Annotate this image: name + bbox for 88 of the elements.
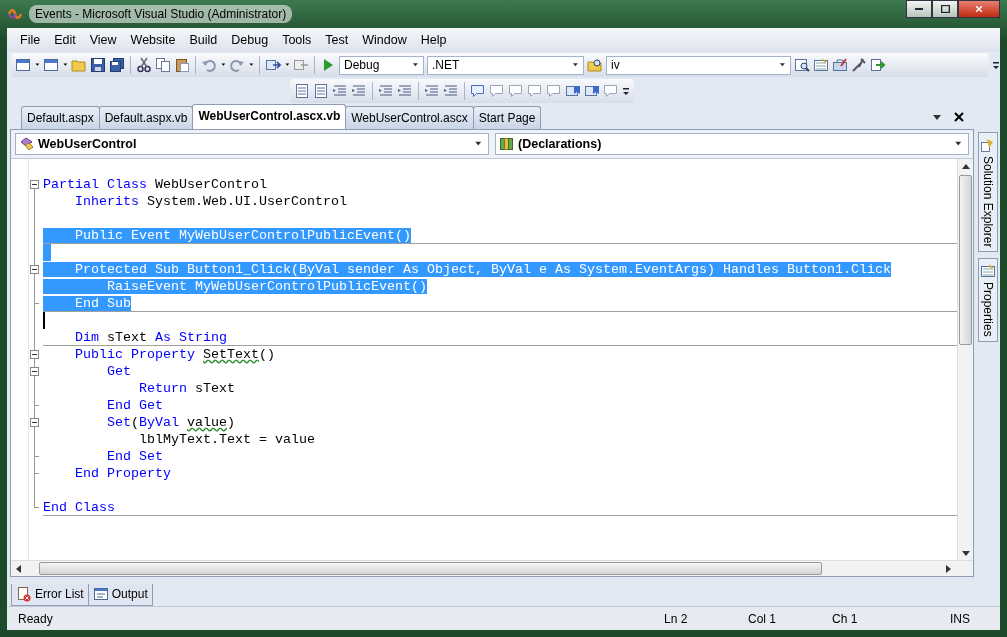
class-dropdown[interactable]: WebUserControl [15,133,489,155]
exit-icon[interactable] [870,57,886,73]
close-button[interactable] [958,0,1000,18]
minimize-icon [915,8,923,10]
code-line: Public Property SetText() [74,347,275,362]
properties-icon[interactable] [813,57,829,73]
char-indicator: Ch 1 [832,610,859,628]
close-icon [974,4,984,14]
maximize-icon [940,5,950,13]
find-icon[interactable] [794,57,810,73]
error-list-icon [16,586,32,602]
collapse-icon[interactable] [30,350,39,359]
window-icon[interactable] [43,57,59,73]
platform-dropdown[interactable]: .NET [427,55,584,75]
comment-icon[interactable] [489,83,505,99]
code-line: lblMyText.Text = value [137,432,315,447]
window-title: Events - Microsoft Visual Studio (Administrator) [29,5,293,23]
class-icon [19,136,35,152]
comment-icon[interactable] [527,83,543,99]
collapse-icon[interactable] [30,367,39,376]
side-tab[interactable]: Solution Explorer [978,132,998,253]
code-line: Dim sText As String [74,330,227,345]
code-line: End Class [43,500,115,515]
solution-icon [980,137,996,153]
document-tab[interactable]: WebUserControl.ascx [345,106,474,129]
toolbox-icon[interactable] [832,57,848,73]
menu-item[interactable]: Website [123,28,183,52]
copy-icon[interactable] [155,57,171,73]
menu-item[interactable]: Edit [47,28,83,52]
configuration-dropdown[interactable]: Debug [339,55,424,75]
properties-icon [980,263,996,280]
vertical-scrollbar[interactable] [957,159,973,560]
document-tab[interactable]: Start Page [472,106,542,129]
document-tab[interactable]: WebUserControl.ascx.vb [192,104,347,129]
redo-icon[interactable] [229,57,245,73]
document-icon[interactable] [313,83,329,99]
status-message: Ready [18,610,53,628]
bookmark-icon[interactable] [584,83,600,99]
comment-icon[interactable] [470,83,486,99]
menu-item[interactable]: Window [355,28,414,52]
collapse-icon[interactable] [30,180,39,189]
comment-icon[interactable] [508,83,524,99]
code-line: Partial Class WebUserControl [43,177,267,192]
member-dropdown[interactable]: (Declarations) [495,133,969,155]
window-icon[interactable] [15,57,31,73]
maximize-button[interactable] [932,0,958,18]
cut-icon[interactable] [136,57,152,73]
panel-tab[interactable]: Output [87,584,153,606]
collapse-icon[interactable] [30,265,39,274]
code-line: Set(ByVal value) [106,415,235,430]
tools-icon[interactable] [851,57,867,73]
undo-icon[interactable] [201,57,217,73]
bookmark-icon[interactable] [565,83,581,99]
horizontal-scrollbar[interactable] [11,560,973,576]
line-indicator: Ln 2 [664,610,689,628]
menu-item[interactable]: File [13,28,48,52]
insert-mode-indicator: INS [950,610,971,628]
menu-item[interactable]: Help [413,28,454,52]
column-indicator: Col 1 [748,610,777,628]
code-line: End Property [74,466,171,481]
document-tab[interactable]: Default.aspx.vb [98,106,194,129]
declarations-icon [499,136,515,152]
menu-item[interactable]: Build [182,28,225,52]
minimize-button[interactable] [906,0,932,18]
paste-icon[interactable] [174,57,190,73]
panel-tab[interactable]: Error List [11,584,89,606]
code-line: Inherits System.Web.UI.UserControl [74,194,347,209]
document-tab[interactable]: Default.aspx [21,106,100,129]
collapse-icon[interactable] [30,418,39,427]
side-tab[interactable]: Properties [978,258,998,343]
code-line: End Set [106,449,163,464]
menu-item[interactable]: Tools [275,28,319,52]
menu-item[interactable]: Test [318,28,356,52]
code-line: End Get [106,398,163,413]
comment-icon[interactable] [546,83,562,99]
navigate-icon[interactable] [265,57,281,73]
output-icon [92,586,109,602]
menu-item[interactable]: View [82,28,124,52]
find-dropdown[interactable]: iv [606,55,791,75]
find-in-files-icon[interactable] [587,57,603,73]
save-all-icon[interactable] [109,57,125,73]
close-icon[interactable] [952,109,966,124]
menu-item[interactable]: Debug [224,28,276,52]
save-icon[interactable] [90,57,106,73]
code-line: Get [106,364,131,379]
document-icon[interactable] [294,83,310,99]
app-logo-icon [7,6,23,22]
code-line: Return sText [137,381,235,396]
